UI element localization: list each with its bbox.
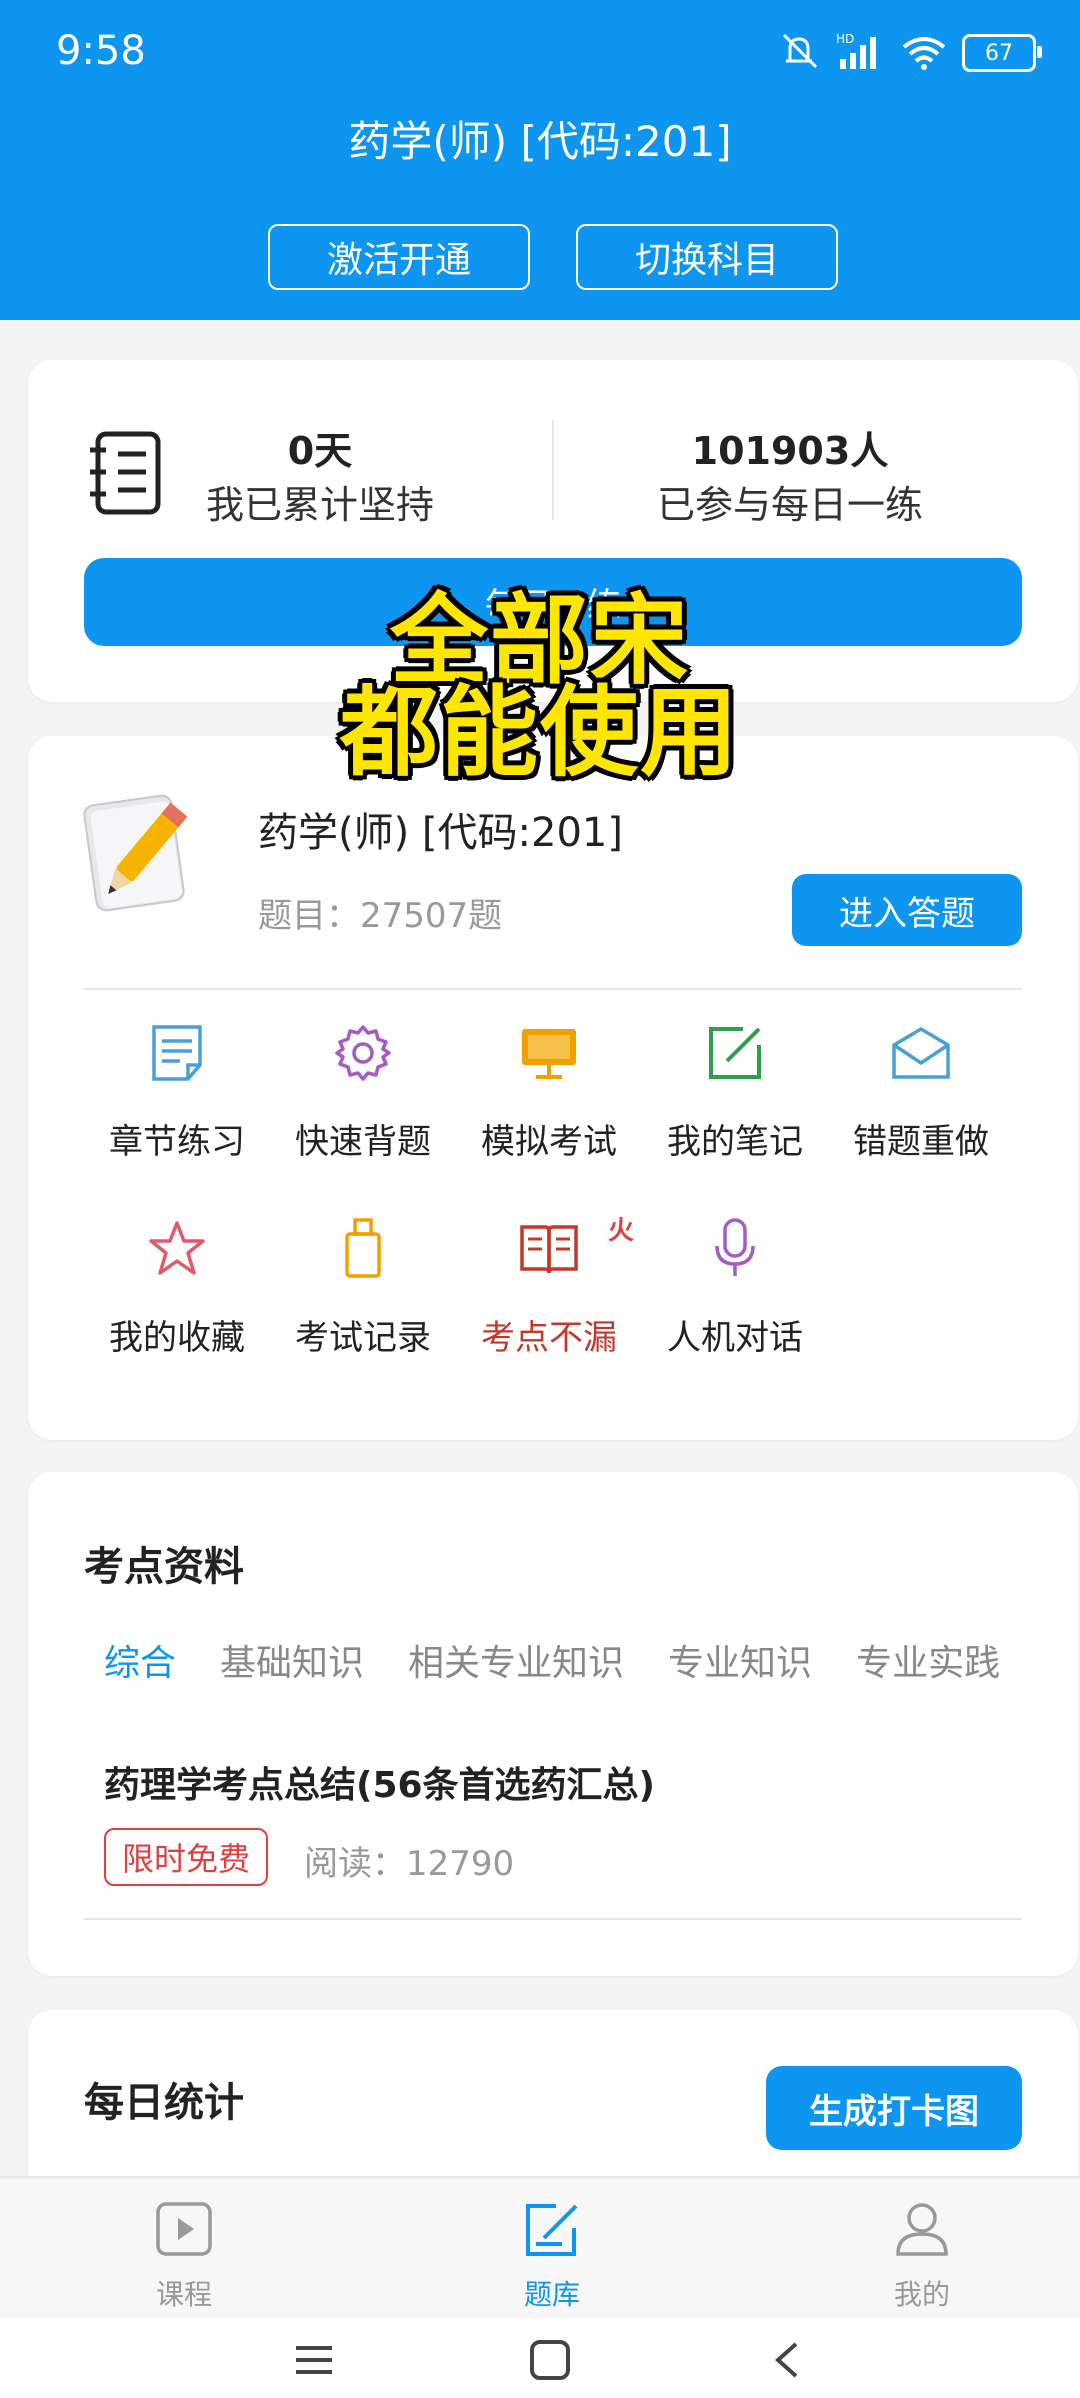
days-label: 我已累计坚持 xyxy=(205,483,434,527)
feature-chapter-practice[interactable]: 章节练习 xyxy=(84,1022,270,1163)
feature-label: 我的笔记 xyxy=(667,1122,803,1162)
notebook-icon xyxy=(88,430,164,520)
feature-my-notes[interactable]: 我的笔记 xyxy=(642,1022,828,1163)
subject-divider xyxy=(84,988,1022,990)
materials-tabs: 综合 基础知识 相关专业知识 专业知识 专业实践 xyxy=(104,1634,1024,1686)
svg-text:HD: HD xyxy=(836,32,854,46)
read-count: 阅读：12790 xyxy=(304,1844,515,1884)
feature-favorites[interactable]: 我的收藏 xyxy=(84,1218,270,1359)
nav-label: 题库 xyxy=(523,2278,580,2311)
feature-label: 我的收藏 xyxy=(109,1318,245,1358)
nav-question-bank[interactable]: 题库 xyxy=(472,2200,632,2313)
materials-title: 考点资料 xyxy=(84,1544,244,1590)
enter-quiz-button[interactable]: 进入答题 xyxy=(792,874,1022,946)
signal-icon: HD xyxy=(836,31,886,75)
gear-icon xyxy=(333,1022,393,1084)
feature-redo-mistakes[interactable]: 错题重做 xyxy=(828,1022,1014,1163)
feature-quick-review[interactable]: 快速背题 xyxy=(270,1022,456,1163)
article-divider xyxy=(84,1918,1022,1920)
days-value: 0天 xyxy=(287,429,353,473)
subject-title: 药学(师) [代码:201] xyxy=(258,810,623,856)
participants-value: 101903人 xyxy=(691,429,889,473)
menu-icon[interactable] xyxy=(292,2340,336,2384)
edit-box-icon xyxy=(522,2200,582,2265)
usb-icon xyxy=(343,1218,383,1280)
person-icon xyxy=(892,2200,952,2265)
status-icons: HD 67 xyxy=(776,30,1042,76)
notepad-pencil-icon xyxy=(82,790,194,926)
stats-divider xyxy=(552,420,554,520)
page-title: 药学(师) [代码:201] xyxy=(348,117,732,166)
hot-badge: 火 xyxy=(608,1216,635,1246)
document-icon xyxy=(148,1022,206,1084)
mute-icon xyxy=(776,31,822,75)
activate-button[interactable]: 激活开通 xyxy=(268,224,530,290)
generate-checkin-button[interactable]: 生成打卡图 xyxy=(766,2066,1022,2150)
feature-label: 错题重做 xyxy=(853,1122,989,1162)
edit-icon xyxy=(705,1022,765,1084)
book-icon xyxy=(518,1218,580,1280)
play-icon xyxy=(154,2200,214,2265)
envelope-icon xyxy=(890,1022,952,1084)
nav-label: 我的 xyxy=(893,2278,950,2311)
tab-professional-knowledge[interactable]: 专业知识 xyxy=(668,1634,812,1686)
question-count: 题目：27507题 xyxy=(258,896,503,936)
article-title[interactable]: 药理学考点总结(56条首选药汇总) xyxy=(104,1756,655,1808)
daily-stats-title: 每日统计 xyxy=(84,2080,244,2126)
status-time: 9:58 xyxy=(56,28,146,74)
feature-mock-exam[interactable]: 模拟考试 xyxy=(456,1022,642,1163)
tab-professional-practice[interactable]: 专业实践 xyxy=(856,1634,1000,1686)
wifi-icon xyxy=(900,31,948,75)
home-icon[interactable] xyxy=(528,2340,572,2384)
tab-comprehensive[interactable]: 综合 xyxy=(104,1634,176,1686)
nav-label: 课程 xyxy=(155,2278,212,2311)
feature-label: 人机对话 xyxy=(667,1318,803,1358)
feature-exam-records[interactable]: 考试记录 xyxy=(270,1218,456,1359)
participants-label: 已参与每日一练 xyxy=(656,483,923,527)
tab-basic-knowledge[interactable]: 基础知识 xyxy=(220,1634,364,1686)
nav-course[interactable]: 课程 xyxy=(104,2200,264,2313)
feature-label: 模拟考试 xyxy=(481,1122,617,1162)
back-icon[interactable] xyxy=(770,2340,804,2384)
feature-label: 考试记录 xyxy=(295,1318,431,1358)
feature-label: 考点不漏 xyxy=(481,1318,617,1358)
feature-label: 章节练习 xyxy=(109,1122,245,1162)
system-nav-bar xyxy=(0,2318,1080,2398)
microphone-icon xyxy=(712,1218,758,1280)
feature-label: 快速背题 xyxy=(295,1122,431,1162)
feature-voice-chat[interactable]: 人机对话 xyxy=(642,1218,828,1359)
battery-icon: 67 xyxy=(962,34,1042,72)
star-icon xyxy=(147,1218,207,1280)
overlay-caption-line2: 都能使用 xyxy=(339,676,740,790)
switch-subject-button[interactable]: 切换科目 xyxy=(576,224,838,290)
free-badge: 限时免费 xyxy=(104,1828,269,1886)
nav-mine[interactable]: 我的 xyxy=(842,2200,1002,2313)
monitor-icon xyxy=(518,1022,580,1084)
tab-related-knowledge[interactable]: 相关专业知识 xyxy=(408,1634,624,1686)
